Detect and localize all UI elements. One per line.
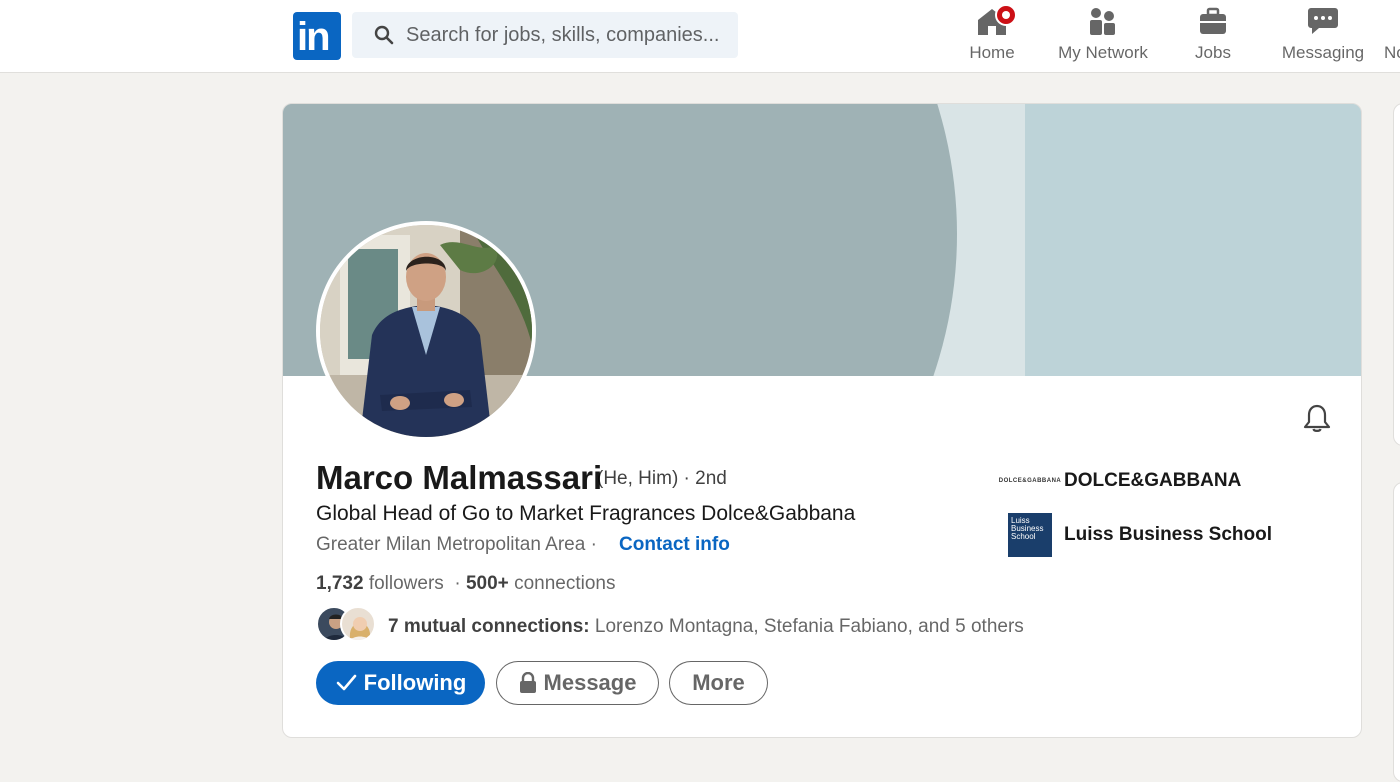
- following-button[interactable]: Following: [316, 661, 485, 705]
- luiss-logo: Luiss Business School: [1008, 513, 1052, 557]
- nav-jobs[interactable]: Jobs: [1186, 0, 1240, 72]
- mutual-avatars[interactable]: [316, 606, 376, 644]
- profile-photo[interactable]: [316, 221, 536, 441]
- linkedin-logo[interactable]: in: [293, 12, 341, 60]
- top-navbar: in Home My Network Jobs: [0, 0, 1400, 73]
- mutual-names: Lorenzo Montagna, Stefania Fabiano, and …: [594, 616, 1024, 637]
- nav-label: Home: [969, 43, 1015, 62]
- more-label: More: [692, 670, 745, 695]
- messaging-icon: [1308, 8, 1338, 34]
- nav-notifications[interactable]: No: [1384, 0, 1400, 72]
- dolce-gabbana-logo-text: DOLCE&GABBANA: [998, 478, 1062, 484]
- notification-badge: [995, 4, 1017, 26]
- contact-info-link[interactable]: Contact info: [619, 534, 730, 556]
- profile-headline: Global Head of Go to Market Fragrances D…: [316, 502, 856, 525]
- followers-count: 1,732: [316, 573, 364, 594]
- following-label: Following: [363, 670, 467, 695]
- search-icon: [374, 25, 394, 45]
- right-side-card: [1393, 482, 1400, 782]
- message-label: Message: [543, 670, 637, 695]
- luiss-logo-line: School: [1011, 532, 1036, 541]
- banner-panel: [1025, 104, 1361, 376]
- nav-label: Jobs: [1195, 43, 1231, 62]
- nav-label: Messaging: [1281, 43, 1365, 62]
- network-icon: [1090, 8, 1115, 35]
- nav-label: No: [1384, 43, 1400, 62]
- avatar: [340, 606, 376, 642]
- dolce-gabbana-logo: DOLCE&GABBANA: [999, 459, 1061, 503]
- bell-icon[interactable]: [1301, 402, 1333, 434]
- profile-name: Marco Malmassari: [316, 459, 603, 496]
- message-button[interactable]: Message: [496, 661, 659, 705]
- checkmark-icon: [335, 672, 357, 694]
- nav-label: My Network: [1058, 43, 1148, 62]
- company-name: DOLCE&GABBANA: [1064, 470, 1242, 491]
- search-input[interactable]: [406, 12, 726, 58]
- connections-count[interactable]: 500+: [466, 573, 509, 594]
- nav-my-network[interactable]: My Network: [1052, 0, 1154, 72]
- followers-label: followers: [368, 573, 444, 594]
- right-side-card: [1393, 103, 1400, 446]
- search-bar[interactable]: [352, 12, 738, 58]
- profile-photo-image: [320, 225, 532, 437]
- pronouns-degree: (He, Him) · 2nd: [597, 468, 727, 489]
- lock-icon: [519, 672, 537, 694]
- briefcase-icon: [1200, 7, 1226, 34]
- follower-stats: 1,732 followers · 500+ connections: [316, 573, 615, 595]
- connections-label[interactable]: connections: [514, 573, 615, 594]
- education-luiss[interactable]: Luiss Business School Luiss Business Sch…: [1008, 513, 1272, 557]
- logo-text: in: [297, 15, 331, 59]
- mutual-connections[interactable]: 7 mutual connections: Lorenzo Montagna, …: [388, 616, 1024, 638]
- profile-location: Greater Milan Metropolitan Area ·: [316, 534, 597, 555]
- mutual-count: 7 mutual connections:: [388, 616, 590, 637]
- profile-card: Marco Malmassari (He, Him) · 2nd Global …: [282, 103, 1362, 738]
- stats-separator: ·: [454, 573, 461, 594]
- nav-home[interactable]: Home: [962, 0, 1022, 72]
- school-name: Luiss Business School: [1064, 524, 1272, 545]
- nav-messaging[interactable]: Messaging: [1276, 0, 1370, 72]
- more-button[interactable]: More: [669, 661, 768, 705]
- experience-dolce-gabbana[interactable]: DOLCE&GABBANA DOLCE&GABBANA: [999, 459, 1242, 503]
